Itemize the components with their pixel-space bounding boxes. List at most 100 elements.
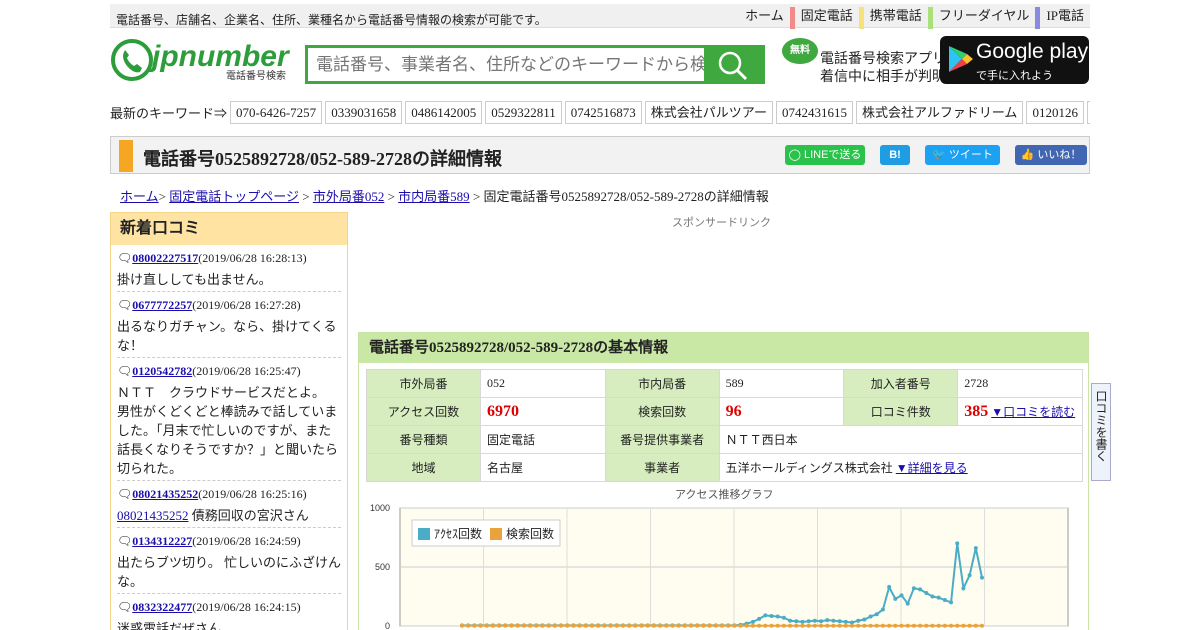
data-point [874, 623, 879, 628]
like-label: いいね！ [1037, 149, 1082, 161]
crumb-current: > 固定電話番号0525892728/052-589-2728の詳細情報 [472, 189, 769, 204]
data-point [565, 623, 570, 628]
hatena-bookmark-button[interactable]: B! [880, 145, 910, 165]
data-point [980, 575, 984, 580]
search-button[interactable] [704, 48, 762, 81]
keyword-chip[interactable]: 0742431615 [775, 100, 853, 124]
data-point [806, 623, 811, 628]
review-number-link[interactable]: 08021435252 [132, 487, 198, 501]
write-review-tab[interactable]: 口コミを書く [1091, 383, 1111, 481]
tweet-button[interactable]: 🐦 ツイート [925, 145, 1000, 165]
operator-cell: 五洋ホールディングス株式会社 ▼詳細を見る [718, 453, 1084, 482]
data-point [701, 623, 706, 628]
keyword-chip[interactable]: 株式会社パルツアー [644, 100, 773, 124]
crumb-fixed[interactable]: 固定電話トップページ [169, 189, 299, 204]
data-point [497, 623, 502, 628]
nav-ip[interactable]: IP電話 [1035, 7, 1090, 29]
keyword-chip[interactable]: 0120126 [1026, 100, 1084, 124]
data-point [738, 623, 743, 628]
comment-icon: 🗨 [117, 298, 133, 312]
data-point [837, 619, 842, 624]
google-play-badge[interactable]: Google play で手に入れよう [940, 36, 1089, 84]
data-point [713, 623, 718, 628]
review-number-link[interactable]: 0832322477 [132, 600, 192, 614]
data-point [602, 623, 607, 628]
info-header: 事業者 [604, 453, 720, 482]
review-number-link[interactable]: 08002227517 [132, 251, 198, 265]
review-text: 掛け直ししても出ません。 [117, 266, 341, 292]
keyword-chip[interactable]: 070-6426-7257 [230, 100, 323, 124]
nav-freedial[interactable]: フリーダイヤル [927, 7, 1036, 29]
review-number-link[interactable]: 0134312227 [132, 534, 192, 548]
data-point [763, 623, 768, 628]
keyword-chip[interactable]: 0529322811 [485, 100, 562, 124]
data-point [924, 590, 929, 595]
tweet-label: ツイート [948, 149, 993, 161]
data-point [559, 623, 564, 628]
data-point [961, 623, 966, 628]
review-number-link[interactable]: 0677772257 [132, 298, 192, 312]
write-review-label: 口コミを書く [1094, 390, 1108, 462]
review-number-link[interactable]: 0120542782 [132, 364, 192, 378]
access-count: 6970 [479, 397, 606, 426]
keyword-chip[interactable]: 0742516873 [564, 100, 642, 124]
data-point [546, 623, 551, 628]
data-point [769, 623, 774, 628]
data-point [757, 616, 762, 621]
data-point [856, 618, 861, 623]
read-reviews-link[interactable]: ▼口コミを読む [991, 405, 1075, 419]
review-count: 385 [964, 402, 989, 420]
legend-swatch [490, 528, 502, 540]
info-header: 口コミ件数 [843, 397, 959, 426]
crumb-home[interactable]: ホーム [120, 189, 159, 204]
review-inline-link[interactable]: 08021435252 [117, 508, 189, 523]
data-point [658, 623, 663, 628]
review-item: 🗨0120542782(2019/06/28 16:25:47) ＮＴＴ クラウ… [111, 358, 347, 481]
data-point [534, 623, 539, 628]
data-point [664, 623, 669, 628]
data-point [800, 623, 805, 628]
data-point [843, 619, 848, 624]
keyword-chip[interactable]: 株式会社アルファドリーム [855, 100, 1024, 124]
gplay-title: Google play [976, 40, 1089, 63]
keyword-chip[interactable]: 0343210838 [1086, 100, 1090, 124]
info-header: 番号種類 [366, 425, 481, 454]
data-point [887, 623, 892, 628]
data-point [695, 623, 700, 628]
crumb-area[interactable]: 市外局番052 [313, 189, 385, 204]
site-logo[interactable]: jpnumber 電話番号検索 [110, 38, 291, 82]
data-point [521, 623, 526, 628]
data-point [936, 623, 941, 628]
line-share-button[interactable]: ◯ LINEで送る [785, 145, 865, 165]
data-point [676, 623, 681, 628]
logo-text: jpnumber [148, 40, 290, 73]
data-point [955, 541, 960, 546]
data-point [899, 623, 904, 628]
details-link[interactable]: ▼詳細を見る [896, 461, 968, 475]
y-tick-label: 500 [375, 562, 390, 572]
table-row: アクセス回数 6970 検索回数 96 口コミ件数 385 ▼口コミを読む [366, 397, 1083, 426]
data-point [788, 618, 793, 623]
data-point [639, 623, 644, 628]
crumb-local[interactable]: 市内局番589 [398, 189, 470, 204]
comment-icon: 🗨 [117, 534, 133, 548]
nav-home[interactable]: ホーム [734, 7, 790, 29]
top-bar: 電話番号、店舗名、企業名、住所、業種名から電話番号情報の検索が可能です。 ホーム… [110, 4, 1090, 29]
nav-fixed[interactable]: 固定電話 [789, 7, 859, 29]
info-table: 市外局番 052 市内局番 589 加入者番号 2728 アクセス回数 6970… [366, 369, 1084, 482]
data-point [911, 586, 916, 591]
info-value: 固定電話 [479, 425, 606, 454]
keyword-chip[interactable]: 0339031658 [325, 100, 403, 124]
nav-mobile[interactable]: 携帯電話 [858, 7, 928, 29]
app-promo[interactable]: 無料 電話番号検索アプリ 着信中に相手が判明 [782, 38, 946, 84]
review-time: (2019/06/28 16:25:47) [192, 364, 301, 378]
data-point [893, 596, 898, 601]
data-point [961, 586, 966, 591]
review-time: (2019/06/28 16:28:13) [198, 251, 307, 265]
info-header: 加入者番号 [843, 369, 959, 398]
review-item: 🗨0134312227(2019/06/28 16:24:59) 出たらブツ切り… [111, 528, 347, 594]
facebook-like-button[interactable]: 👍 いいね！ [1015, 145, 1087, 165]
keyword-chip[interactable]: 0486142005 [405, 100, 483, 124]
search-input[interactable] [308, 48, 706, 81]
breadcrumb: ホーム> 固定電話トップページ > 市外局番052 > 市内局番589 > 固定… [120, 189, 769, 204]
